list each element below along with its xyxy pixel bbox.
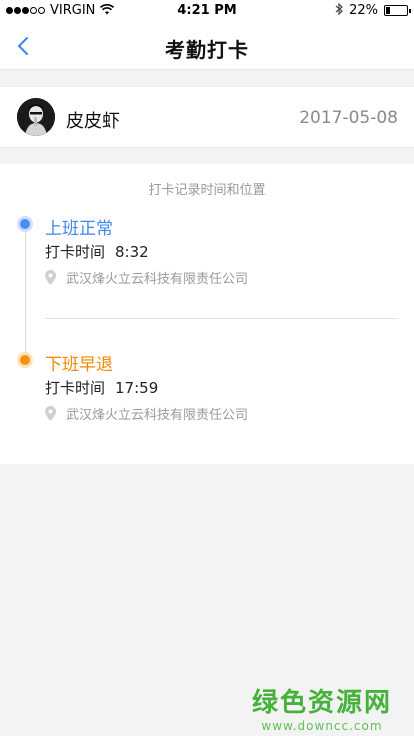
battery-icon — [384, 5, 411, 16]
attendance-records: 打卡记录时间和位置 上班正常 打卡时间 8:32 武汉烽火立云科技有限责任公司 下… — [0, 164, 414, 464]
status-bar: VIRGIN 4:21 PM 22% — [0, 0, 414, 22]
checkin-time-label: 打卡时间 — [45, 243, 106, 261]
checkout-time-label: 打卡时间 — [45, 379, 106, 397]
checkout-location-text: 武汉烽火立云科技有限责任公司 — [66, 408, 249, 423]
checkin-location: 武汉烽火立云科技有限责任公司 — [45, 268, 248, 287]
status-right: 22% — [335, 2, 411, 18]
checkout-status: 下班早退 — [45, 355, 113, 375]
page-title: 考勤打卡 — [165, 38, 249, 62]
bluetooth-icon — [335, 2, 343, 18]
watermark-title: 绿色资源网 — [251, 688, 392, 718]
avatar[interactable] — [17, 98, 55, 136]
battery-fill — [386, 7, 391, 14]
location-pin-icon — [45, 406, 56, 421]
checkin-location-text: 武汉烽火立云科技有限责任公司 — [66, 272, 249, 287]
checkout-time-row: 打卡时间 17:59 — [45, 377, 158, 398]
checkout-location: 武汉烽火立云科技有限责任公司 — [45, 404, 248, 423]
watermark-url: www.downcc.com — [261, 719, 383, 733]
avatar-image — [17, 98, 55, 136]
navigation-bar: 考勤打卡 — [0, 22, 414, 70]
user-name: 皮皮虾 — [66, 111, 120, 132]
record-date: 2017-05-08 — [299, 108, 398, 128]
checkin-time-value: 8:32 — [115, 243, 149, 261]
timeline-dot-checkin — [17, 216, 33, 232]
location-pin-icon — [45, 270, 56, 285]
checkin-time-row: 打卡时间 8:32 — [45, 241, 149, 262]
timeline-line — [25, 226, 26, 358]
timeline-dot-checkout — [17, 352, 33, 368]
record-divider — [45, 318, 398, 319]
user-row: 皮皮虾 2017-05-08 — [0, 86, 414, 148]
checkin-status: 上班正常 — [45, 219, 113, 239]
battery-percent: 22% — [349, 3, 378, 18]
records-caption: 打卡记录时间和位置 — [148, 183, 266, 198]
watermark: 绿色资源网 www.downcc.com — [252, 682, 392, 733]
checkout-time-value: 17:59 — [115, 379, 159, 397]
